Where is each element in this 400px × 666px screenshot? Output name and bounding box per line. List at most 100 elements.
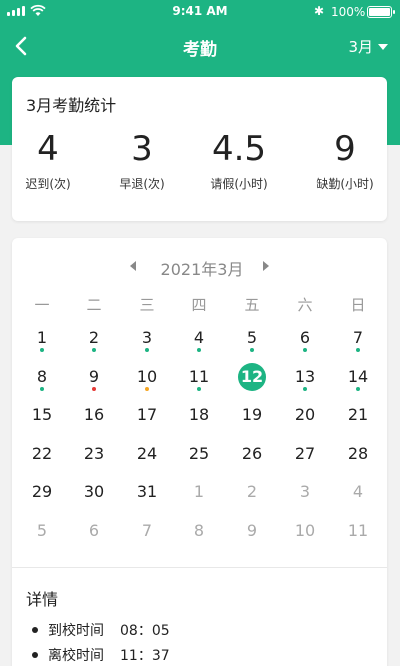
stat-early-leave-value: 3 — [131, 129, 153, 169]
calendar-day[interactable]: 26 — [226, 440, 278, 476]
calendar-day[interactable]: 9 — [68, 363, 120, 399]
calendar-day[interactable]: 3 — [121, 324, 173, 360]
calendar-day[interactable]: 11 — [332, 517, 384, 553]
calendar-day[interactable]: 30 — [68, 478, 120, 514]
weekday-label: 一 — [34, 296, 50, 314]
calendar-day[interactable]: 19 — [226, 401, 278, 437]
calendar-day[interactable]: 24 — [121, 440, 173, 476]
stats-title: 3月考勤统计 — [26, 96, 117, 115]
calendar-day-number: 9 — [246, 520, 258, 540]
bullet-icon — [32, 652, 38, 658]
calendar-day[interactable]: 14 — [332, 363, 384, 399]
calendar-day-number: 24 — [136, 443, 158, 463]
calendar-day[interactable]: 7 — [332, 324, 384, 360]
detail-departure-label: 离校时间 — [48, 648, 104, 664]
calendar-day-number: 11 — [347, 520, 369, 540]
prev-month-icon[interactable] — [130, 261, 136, 271]
calendar-day[interactable]: 31 — [121, 478, 173, 514]
status-dot-icon — [303, 348, 307, 352]
calendar-day[interactable]: 8 — [173, 517, 225, 553]
calendar-day[interactable]: 29 — [16, 478, 68, 514]
calendar-day[interactable]: 22 — [16, 440, 68, 476]
navigation-bar: 考勤 3月 — [0, 24, 400, 68]
calendar-day[interactable]: 17 — [121, 401, 173, 437]
status-dot-icon — [250, 348, 254, 352]
weekday-label: 五 — [244, 296, 260, 314]
stat-leave-label: 请假(小时) — [210, 177, 268, 191]
calendar-day[interactable]: 18 — [173, 401, 225, 437]
calendar-day[interactable]: 25 — [173, 440, 225, 476]
calendar-day[interactable]: 13 — [279, 363, 331, 399]
calendar-day[interactable]: 28 — [332, 440, 384, 476]
month-selector[interactable]: 3月 — [348, 36, 388, 57]
calendar-day[interactable]: 27 — [279, 440, 331, 476]
status-dot-icon — [92, 386, 96, 391]
status-bar: 9:41 AM ✱ 100% — [0, 0, 400, 24]
calendar-day[interactable]: 11 — [173, 363, 225, 399]
calendar-day[interactable]: 1 — [16, 324, 68, 360]
calendar-day[interactable]: 5 — [16, 517, 68, 553]
weekday-label: 三 — [139, 296, 155, 314]
calendar-day-number: 22 — [31, 443, 53, 463]
attendance-stats-card: 3月考勤统计 4 迟到(次) 3 早退(次) 4.5 请假(小时) 9 缺勤(小… — [12, 77, 387, 221]
calendar-day[interactable]: 6 — [279, 324, 331, 360]
weekday-label: 六 — [297, 296, 313, 314]
weekday-header: 一二三四五六日 — [12, 294, 387, 316]
stat-early-leave: 3 早退(次) — [97, 129, 187, 192]
calendar-day-number: 29 — [31, 482, 53, 501]
stat-leave: 4.5 请假(小时) — [194, 129, 284, 192]
detail-arrival-time: 08：05 — [120, 623, 170, 639]
stat-absence-label: 缺勤(小时) — [316, 177, 374, 191]
calendar-day-number: 16 — [83, 405, 105, 424]
calendar-day[interactable]: 1 — [173, 478, 225, 514]
month-selector-label: 3月 — [348, 38, 373, 56]
weekday-label: 日 — [350, 296, 366, 314]
detail-row-departure: 离校时间 11：37 — [32, 645, 170, 665]
calendar-day[interactable]: 23 — [68, 440, 120, 476]
calendar-day-number: 5 — [36, 520, 48, 540]
calendar-day-number: 23 — [83, 443, 105, 463]
calendar-day-number: 2 — [246, 482, 258, 501]
calendar-day-number: 6 — [88, 520, 100, 540]
calendar-day[interactable]: 6 — [68, 517, 120, 553]
calendar-day-number: 3 — [299, 482, 311, 501]
bluetooth-icon: ✱ — [314, 4, 325, 18]
calendar-day[interactable]: 10 — [121, 363, 173, 399]
stat-late-label: 迟到(次) — [25, 177, 71, 191]
calendar-day[interactable]: 4 — [173, 324, 225, 360]
calendar-day-number: 21 — [347, 405, 369, 424]
bullet-icon — [32, 627, 38, 633]
calendar-day-number: 28 — [347, 443, 369, 463]
status-dot-icon — [92, 348, 96, 352]
calendar-year-month: 2021年3月 — [160, 260, 244, 279]
calendar-day[interactable]: 3 — [279, 478, 331, 514]
calendar-day[interactable]: 2 — [68, 324, 120, 360]
status-dot-icon — [40, 348, 44, 352]
calendar-day[interactable]: 7 — [121, 517, 173, 553]
calendar-header: 2021年3月 — [12, 254, 387, 279]
calendar-day[interactable]: 16 — [68, 401, 120, 437]
calendar-day[interactable]: 2 — [226, 478, 278, 514]
detail-row-arrival: 到校时间 08：05 — [32, 620, 170, 640]
calendar-day-number: 10 — [294, 520, 316, 540]
detail-arrival-label: 到校时间 — [48, 623, 104, 639]
calendar-day-number: 18 — [188, 405, 210, 424]
calendar-day-number: 4 — [352, 482, 364, 501]
calendar-day[interactable]: 10 — [279, 517, 331, 553]
stat-leave-value: 4.5 — [211, 129, 267, 169]
calendar-day[interactable]: 20 — [279, 401, 331, 437]
calendar-day[interactable]: 9 — [226, 517, 278, 553]
calendar-day[interactable]: 12 — [226, 362, 278, 399]
calendar-day[interactable]: 8 — [16, 363, 68, 399]
calendar-day[interactable]: 15 — [16, 401, 68, 437]
page-title: 考勤 — [183, 40, 217, 60]
calendar-day[interactable]: 21 — [332, 401, 384, 437]
calendar-day-number: 12 — [238, 362, 266, 391]
calendar-day-number: 30 — [83, 482, 105, 501]
calendar-day[interactable]: 5 — [226, 324, 278, 360]
details-title: 详情 — [26, 590, 59, 609]
status-dot-icon — [356, 348, 360, 352]
status-dot-icon — [145, 386, 149, 391]
calendar-day[interactable]: 4 — [332, 478, 384, 514]
next-month-icon[interactable] — [263, 261, 269, 271]
